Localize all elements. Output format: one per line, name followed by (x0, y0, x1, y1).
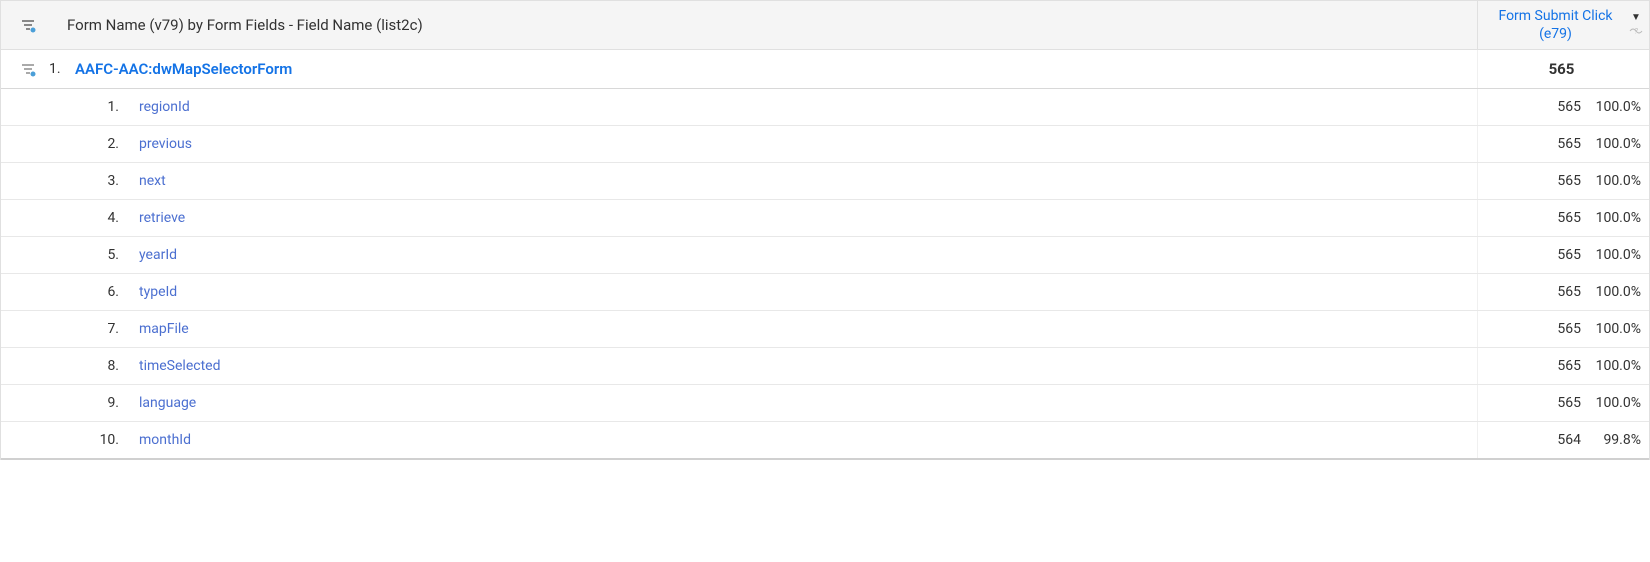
metric-label[interactable]: Form Submit Click (e79) (1482, 7, 1629, 43)
row-value-cell: 565100.0% (1477, 311, 1649, 347)
sort-indicator[interactable]: ▼ ? (1629, 13, 1645, 37)
child-percent: 100.0% (1587, 358, 1641, 374)
row-left: 4.retrieve (1, 200, 1477, 236)
row-left: 7.mapFile (1, 311, 1477, 347)
child-name[interactable]: regionId (119, 99, 190, 115)
child-percent: 100.0% (1587, 247, 1641, 263)
row-left: 1.regionId (1, 89, 1477, 125)
child-percent: 100.0% (1587, 284, 1641, 300)
row-left: 5.yearId (1, 237, 1477, 273)
child-index: 9. (75, 395, 119, 411)
svg-text:?: ? (1635, 28, 1639, 36)
child-name[interactable]: typeId (119, 284, 177, 300)
parent-row: 1. AAFC-AAC:dwMapSelectorForm 565 (1, 50, 1649, 89)
row-left: 8.timeSelected (1, 348, 1477, 384)
child-index: 10. (75, 432, 119, 448)
child-percent: 100.0% (1587, 99, 1641, 115)
metric-header[interactable]: Form Submit Click (e79) ▼ ? (1477, 1, 1649, 49)
child-percent: 100.0% (1587, 395, 1641, 411)
row-value-cell: 565100.0% (1477, 385, 1649, 421)
table-row: 5.yearId565100.0% (1, 237, 1649, 274)
child-index: 6. (75, 284, 119, 300)
child-value: 565 (1557, 210, 1587, 226)
row-left: 3.next (1, 163, 1477, 199)
child-value: 565 (1557, 395, 1587, 411)
parent-name[interactable]: AAFC-AAC:dwMapSelectorForm (69, 60, 292, 78)
sort-descending-icon: ▼ (1631, 13, 1641, 23)
table-row: 10.monthId56499.8% (1, 422, 1649, 460)
child-name[interactable]: monthId (119, 432, 191, 448)
help-icon[interactable]: ? (1629, 25, 1643, 37)
row-left: 9.language (1, 385, 1477, 421)
table-row: 2.previous565100.0% (1, 126, 1649, 163)
child-index: 2. (75, 136, 119, 152)
children-container: 1.regionId565100.0%2.previous565100.0%3.… (1, 89, 1649, 460)
child-name[interactable]: next (119, 173, 166, 189)
child-value: 565 (1557, 99, 1587, 115)
row-value-cell: 565100.0% (1477, 200, 1649, 236)
child-index: 4. (75, 210, 119, 226)
child-index: 1. (75, 99, 119, 115)
table-row: 1.regionId565100.0% (1, 89, 1649, 126)
row-value-cell: 565100.0% (1477, 163, 1649, 199)
parent-value-cell: 565 (1477, 50, 1649, 88)
table-row: 6.typeId565100.0% (1, 274, 1649, 311)
report-table: Form Name (v79) by Form Fields - Field N… (0, 0, 1650, 460)
child-percent: 100.0% (1587, 321, 1641, 337)
row-value-cell: 56499.8% (1477, 422, 1649, 458)
row-value-cell: 565100.0% (1477, 237, 1649, 273)
child-value: 565 (1557, 321, 1587, 337)
parent-value: 565 (1482, 60, 1641, 78)
row-left: 2.previous (1, 126, 1477, 162)
child-name[interactable]: language (119, 395, 196, 411)
row-value-cell: 565100.0% (1477, 126, 1649, 162)
child-name[interactable]: retrieve (119, 210, 185, 226)
child-value: 565 (1557, 284, 1587, 300)
child-index: 3. (75, 173, 119, 189)
child-index: 7. (75, 321, 119, 337)
child-name[interactable]: previous (119, 136, 192, 152)
filter-icon[interactable] (7, 17, 49, 33)
row-value-cell: 565100.0% (1477, 348, 1649, 384)
parent-row-left: 1. AAFC-AAC:dwMapSelectorForm (1, 50, 1477, 88)
table-row: 3.next565100.0% (1, 163, 1649, 200)
child-name[interactable]: mapFile (119, 321, 189, 337)
dimension-header: Form Name (v79) by Form Fields - Field N… (1, 1, 1477, 49)
child-value: 565 (1557, 247, 1587, 263)
child-value: 565 (1557, 173, 1587, 189)
table-row: 9.language565100.0% (1, 385, 1649, 422)
child-percent: 100.0% (1587, 210, 1641, 226)
row-left: 6.typeId (1, 274, 1477, 310)
table-row: 7.mapFile565100.0% (1, 311, 1649, 348)
table-header: Form Name (v79) by Form Fields - Field N… (1, 0, 1649, 50)
child-name[interactable]: timeSelected (119, 358, 220, 374)
child-percent: 99.8% (1587, 432, 1641, 448)
table-row: 8.timeSelected565100.0% (1, 348, 1649, 385)
child-value: 565 (1557, 358, 1587, 374)
row-value-cell: 565100.0% (1477, 89, 1649, 125)
child-percent: 100.0% (1587, 136, 1641, 152)
child-percent: 100.0% (1587, 173, 1641, 189)
parent-index: 1. (49, 61, 69, 77)
child-index: 5. (75, 247, 119, 263)
row-left: 10.monthId (1, 422, 1477, 458)
child-value: 564 (1557, 432, 1587, 448)
row-value-cell: 565100.0% (1477, 274, 1649, 310)
dimension-label[interactable]: Form Name (v79) by Form Fields - Field N… (49, 16, 1471, 34)
table-row: 4.retrieve565100.0% (1, 200, 1649, 237)
child-index: 8. (75, 358, 119, 374)
child-value: 565 (1557, 136, 1587, 152)
child-name[interactable]: yearId (119, 247, 177, 263)
breakdown-icon[interactable] (7, 61, 49, 77)
